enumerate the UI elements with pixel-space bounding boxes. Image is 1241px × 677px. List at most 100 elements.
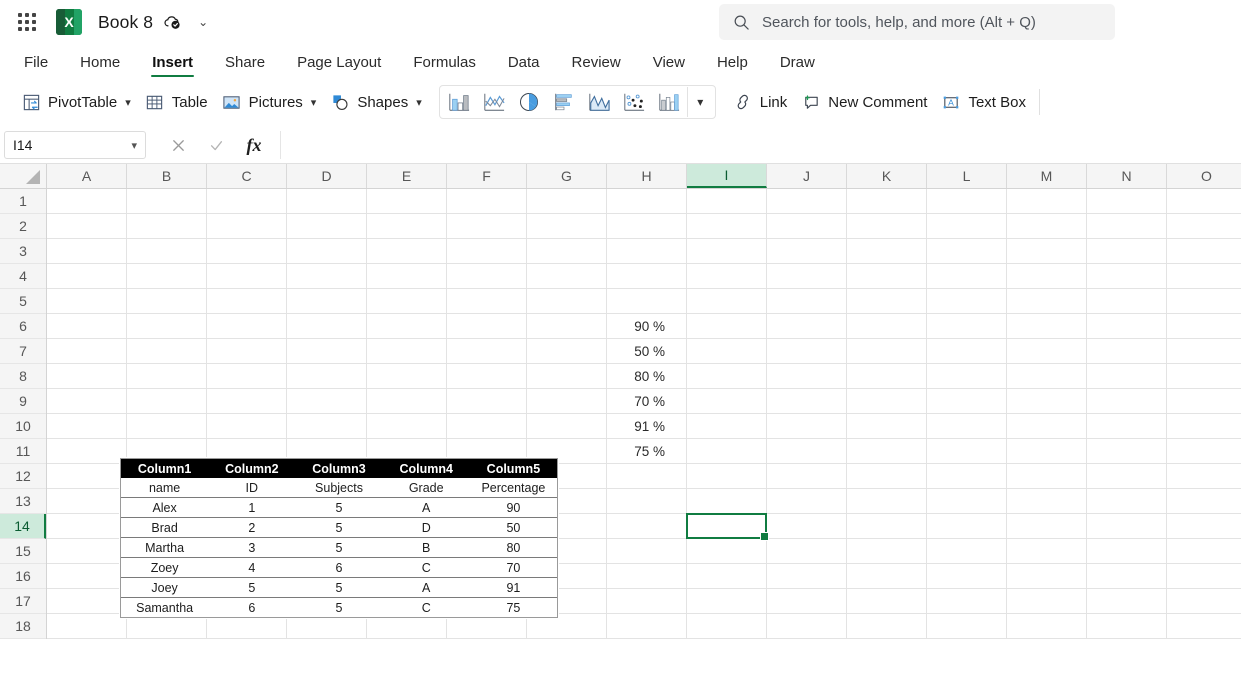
cell-L18[interactable] (927, 614, 1007, 639)
cell-L1[interactable] (927, 189, 1007, 214)
column-header-F[interactable]: F (447, 164, 527, 188)
cell-O9[interactable] (1167, 389, 1241, 414)
row-header-6[interactable]: 6 (0, 314, 46, 339)
cell-G8[interactable] (527, 364, 607, 389)
cell-K6[interactable] (847, 314, 927, 339)
combo-chart-icon[interactable] (652, 87, 687, 117)
cell-I16[interactable] (687, 564, 767, 589)
cell-J18[interactable] (767, 614, 847, 639)
cell-J5[interactable] (767, 289, 847, 314)
cell-M9[interactable] (1007, 389, 1087, 414)
tab-share[interactable]: Share (209, 55, 281, 77)
cell-J7[interactable] (767, 339, 847, 364)
cell-K15[interactable] (847, 539, 927, 564)
cell-A14[interactable] (47, 514, 127, 539)
column-header-E[interactable]: E (367, 164, 447, 188)
cell-I12[interactable] (687, 464, 767, 489)
cell-H6[interactable]: 90 % (607, 314, 687, 339)
cell-F7[interactable] (447, 339, 527, 364)
tab-help[interactable]: Help (701, 55, 764, 77)
cell-M12[interactable] (1007, 464, 1087, 489)
cell-A16[interactable] (47, 564, 127, 589)
cell-L5[interactable] (927, 289, 1007, 314)
cell-B2[interactable] (127, 214, 207, 239)
column-header-D[interactable]: D (287, 164, 367, 188)
pictures-button[interactable]: Pictures ▾ (215, 86, 324, 118)
title-chevron-down-icon[interactable]: ⌄ (194, 15, 212, 29)
cell-A4[interactable] (47, 264, 127, 289)
cell-I3[interactable] (687, 239, 767, 264)
cell-M14[interactable] (1007, 514, 1087, 539)
cell-N7[interactable] (1087, 339, 1167, 364)
bar-chart-icon[interactable] (547, 87, 582, 117)
row-header-1[interactable]: 1 (0, 189, 46, 214)
cell-C4[interactable] (207, 264, 287, 289)
cell-J11[interactable] (767, 439, 847, 464)
column-header-L[interactable]: L (927, 164, 1007, 188)
cell-B8[interactable] (127, 364, 207, 389)
cell-D10[interactable] (287, 414, 367, 439)
column-header-J[interactable]: J (767, 164, 847, 188)
cell-A11[interactable] (47, 439, 127, 464)
cell-I9[interactable] (687, 389, 767, 414)
cell-M10[interactable] (1007, 414, 1087, 439)
cell-O10[interactable] (1167, 414, 1241, 439)
cell-F5[interactable] (447, 289, 527, 314)
cell-M4[interactable] (1007, 264, 1087, 289)
cell-N13[interactable] (1087, 489, 1167, 514)
enter-check-icon[interactable] (204, 133, 228, 157)
cell-C7[interactable] (207, 339, 287, 364)
cell-C10[interactable] (207, 414, 287, 439)
cell-I1[interactable] (687, 189, 767, 214)
cell-H14[interactable] (607, 514, 687, 539)
cell-K13[interactable] (847, 489, 927, 514)
cell-M16[interactable] (1007, 564, 1087, 589)
cell-L8[interactable] (927, 364, 1007, 389)
cell-J3[interactable] (767, 239, 847, 264)
cell-J2[interactable] (767, 214, 847, 239)
cell-H11[interactable]: 75 % (607, 439, 687, 464)
cell-O18[interactable] (1167, 614, 1241, 639)
search-input[interactable]: Search for tools, help, and more (Alt + … (719, 4, 1115, 40)
cell-H10[interactable]: 91 % (607, 414, 687, 439)
column-header-G[interactable]: G (527, 164, 607, 188)
cell-H7[interactable]: 50 % (607, 339, 687, 364)
tab-home[interactable]: Home (64, 55, 136, 77)
cell-N16[interactable] (1087, 564, 1167, 589)
cell-G1[interactable] (527, 189, 607, 214)
column-header-B[interactable]: B (127, 164, 207, 188)
row-header-7[interactable]: 7 (0, 339, 46, 364)
row-header-12[interactable]: 12 (0, 464, 46, 489)
formula-input[interactable] (280, 131, 1235, 159)
cell-A3[interactable] (47, 239, 127, 264)
cell-G9[interactable] (527, 389, 607, 414)
shapes-chevron-down-icon[interactable]: ▾ (416, 96, 422, 109)
cell-E9[interactable] (367, 389, 447, 414)
cancel-icon[interactable] (166, 133, 190, 157)
cell-N3[interactable] (1087, 239, 1167, 264)
cell-D9[interactable] (287, 389, 367, 414)
cell-K8[interactable] (847, 364, 927, 389)
cell-L9[interactable] (927, 389, 1007, 414)
cell-M11[interactable] (1007, 439, 1087, 464)
tab-page-layout[interactable]: Page Layout (281, 55, 397, 77)
row-header-17[interactable]: 17 (0, 589, 46, 614)
cell-L11[interactable] (927, 439, 1007, 464)
name-box[interactable]: I14 ▾ (4, 131, 146, 159)
cell-I15[interactable] (687, 539, 767, 564)
document-title[interactable]: Book 8 (98, 12, 153, 33)
tab-view[interactable]: View (637, 55, 701, 77)
cell-I2[interactable] (687, 214, 767, 239)
cell-N11[interactable] (1087, 439, 1167, 464)
cell-C6[interactable] (207, 314, 287, 339)
cell-N2[interactable] (1087, 214, 1167, 239)
cell-I5[interactable] (687, 289, 767, 314)
row-header-10[interactable]: 10 (0, 414, 46, 439)
cell-I8[interactable] (687, 364, 767, 389)
cell-O11[interactable] (1167, 439, 1241, 464)
cell-D1[interactable] (287, 189, 367, 214)
cell-E7[interactable] (367, 339, 447, 364)
cell-D5[interactable] (287, 289, 367, 314)
cell-O15[interactable] (1167, 539, 1241, 564)
cell-I6[interactable] (687, 314, 767, 339)
